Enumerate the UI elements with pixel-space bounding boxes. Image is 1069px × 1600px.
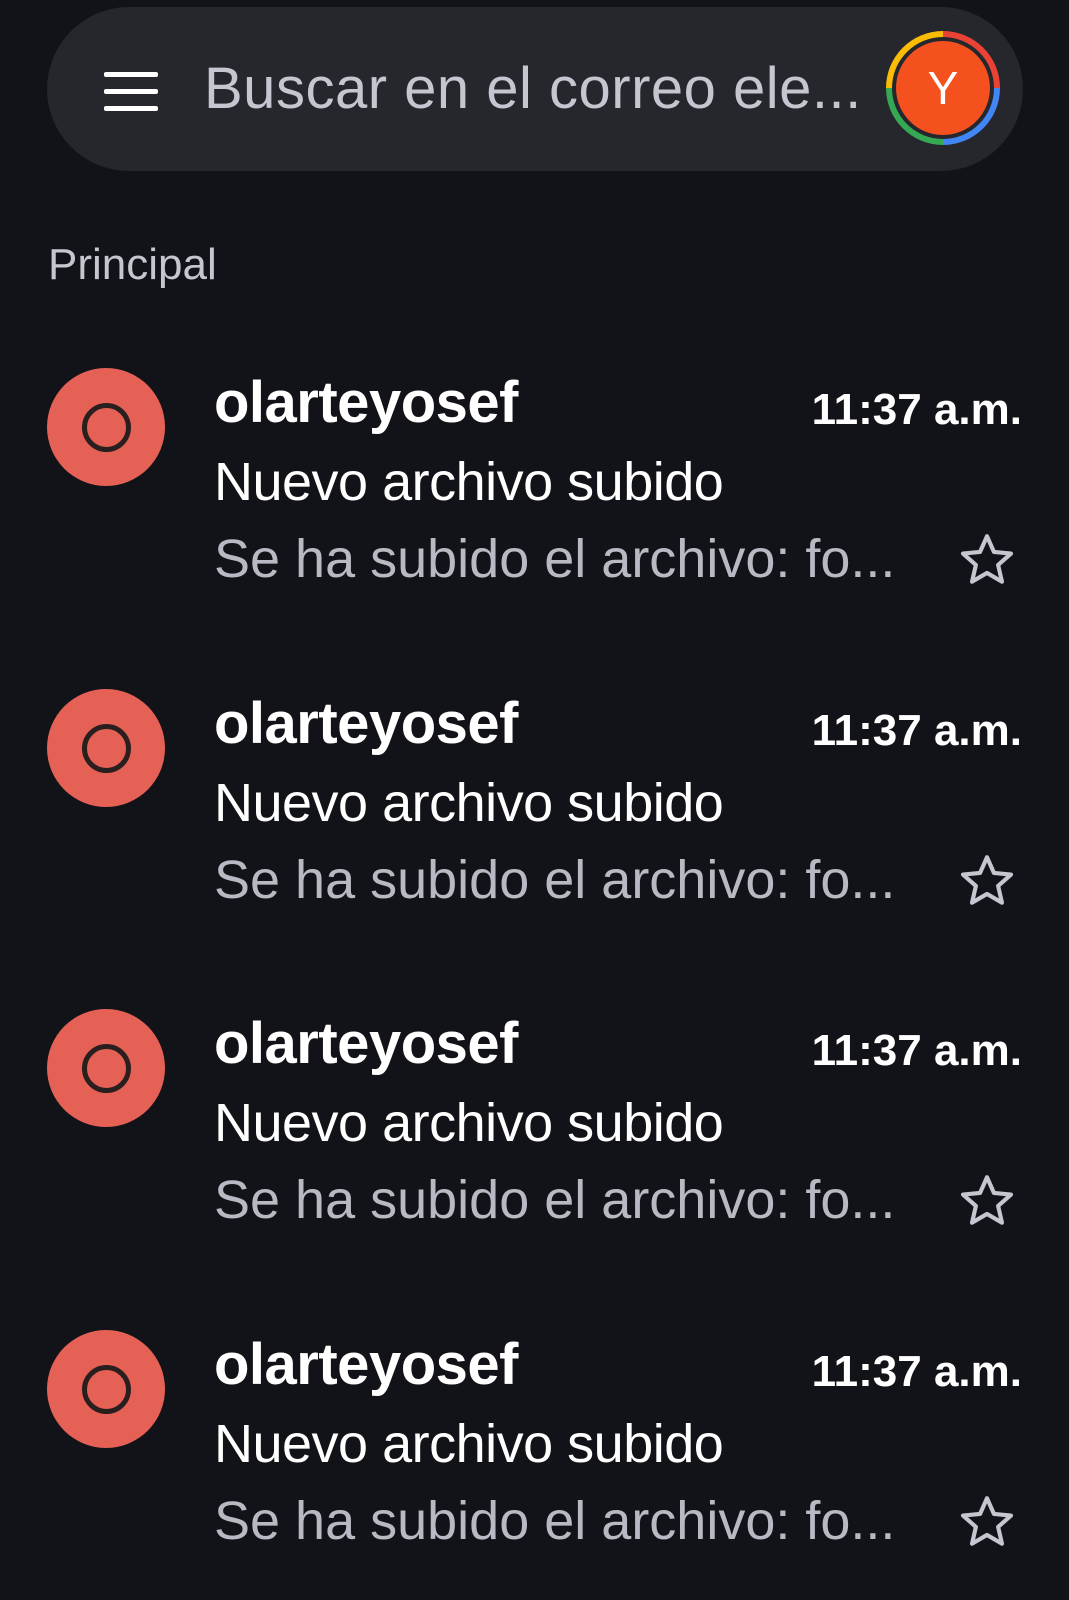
account-avatar-button[interactable]: Y xyxy=(886,31,1000,145)
sender-avatar[interactable] xyxy=(47,1330,165,1448)
email-time: 11:37 a.m. xyxy=(811,706,1022,755)
email-subject: Nuevo archivo subido xyxy=(214,773,724,833)
sender-avatar[interactable] xyxy=(47,1009,165,1127)
sender-avatar[interactable] xyxy=(47,689,165,807)
gmail-inbox-screen: Buscar en el correo ele... Y Principal o… xyxy=(0,0,1069,1600)
star-outline-icon[interactable] xyxy=(956,850,1018,912)
email-snippet: Se ha subido el archivo: fo... xyxy=(214,1491,896,1551)
email-subject: Nuevo archivo subido xyxy=(214,452,724,512)
email-list-item[interactable]: olarteyosef 11:37 a.m. Nuevo archivo sub… xyxy=(0,365,1069,685)
search-input[interactable]: Buscar en el correo ele... xyxy=(204,55,862,122)
email-list-item[interactable]: olarteyosef 11:37 a.m. Nuevo archivo sub… xyxy=(0,686,1069,1006)
email-snippet: Se ha subido el archivo: fo... xyxy=(214,529,896,589)
hamburger-menu-icon[interactable] xyxy=(104,72,158,112)
email-time: 11:37 a.m. xyxy=(811,1347,1022,1396)
email-sender: olarteyosef xyxy=(214,370,518,435)
email-sender: olarteyosef xyxy=(214,1011,518,1076)
email-sender: olarteyosef xyxy=(214,1332,518,1397)
email-subject: Nuevo archivo subido xyxy=(214,1093,724,1153)
sender-avatar[interactable] xyxy=(47,368,165,486)
email-sender: olarteyosef xyxy=(214,691,518,756)
email-time: 11:37 a.m. xyxy=(811,1026,1022,1075)
circle-icon xyxy=(82,1365,131,1414)
section-label: Principal xyxy=(48,240,217,289)
email-list-item[interactable]: olarteyosef 11:37 a.m. Nuevo archivo sub… xyxy=(0,1006,1069,1326)
email-snippet: Se ha subido el archivo: fo... xyxy=(214,1170,896,1230)
star-outline-icon[interactable] xyxy=(956,1491,1018,1553)
email-list-item[interactable]: olarteyosef 11:37 a.m. Nuevo archivo sub… xyxy=(0,1327,1069,1600)
email-snippet: Se ha subido el archivo: fo... xyxy=(214,850,896,910)
circle-icon xyxy=(82,1044,131,1093)
circle-icon xyxy=(82,724,131,773)
circle-icon xyxy=(82,403,131,452)
avatar: Y xyxy=(896,41,990,135)
email-subject: Nuevo archivo subido xyxy=(214,1414,724,1474)
star-outline-icon[interactable] xyxy=(956,529,1018,591)
star-outline-icon[interactable] xyxy=(956,1170,1018,1232)
email-time: 11:37 a.m. xyxy=(811,385,1022,434)
